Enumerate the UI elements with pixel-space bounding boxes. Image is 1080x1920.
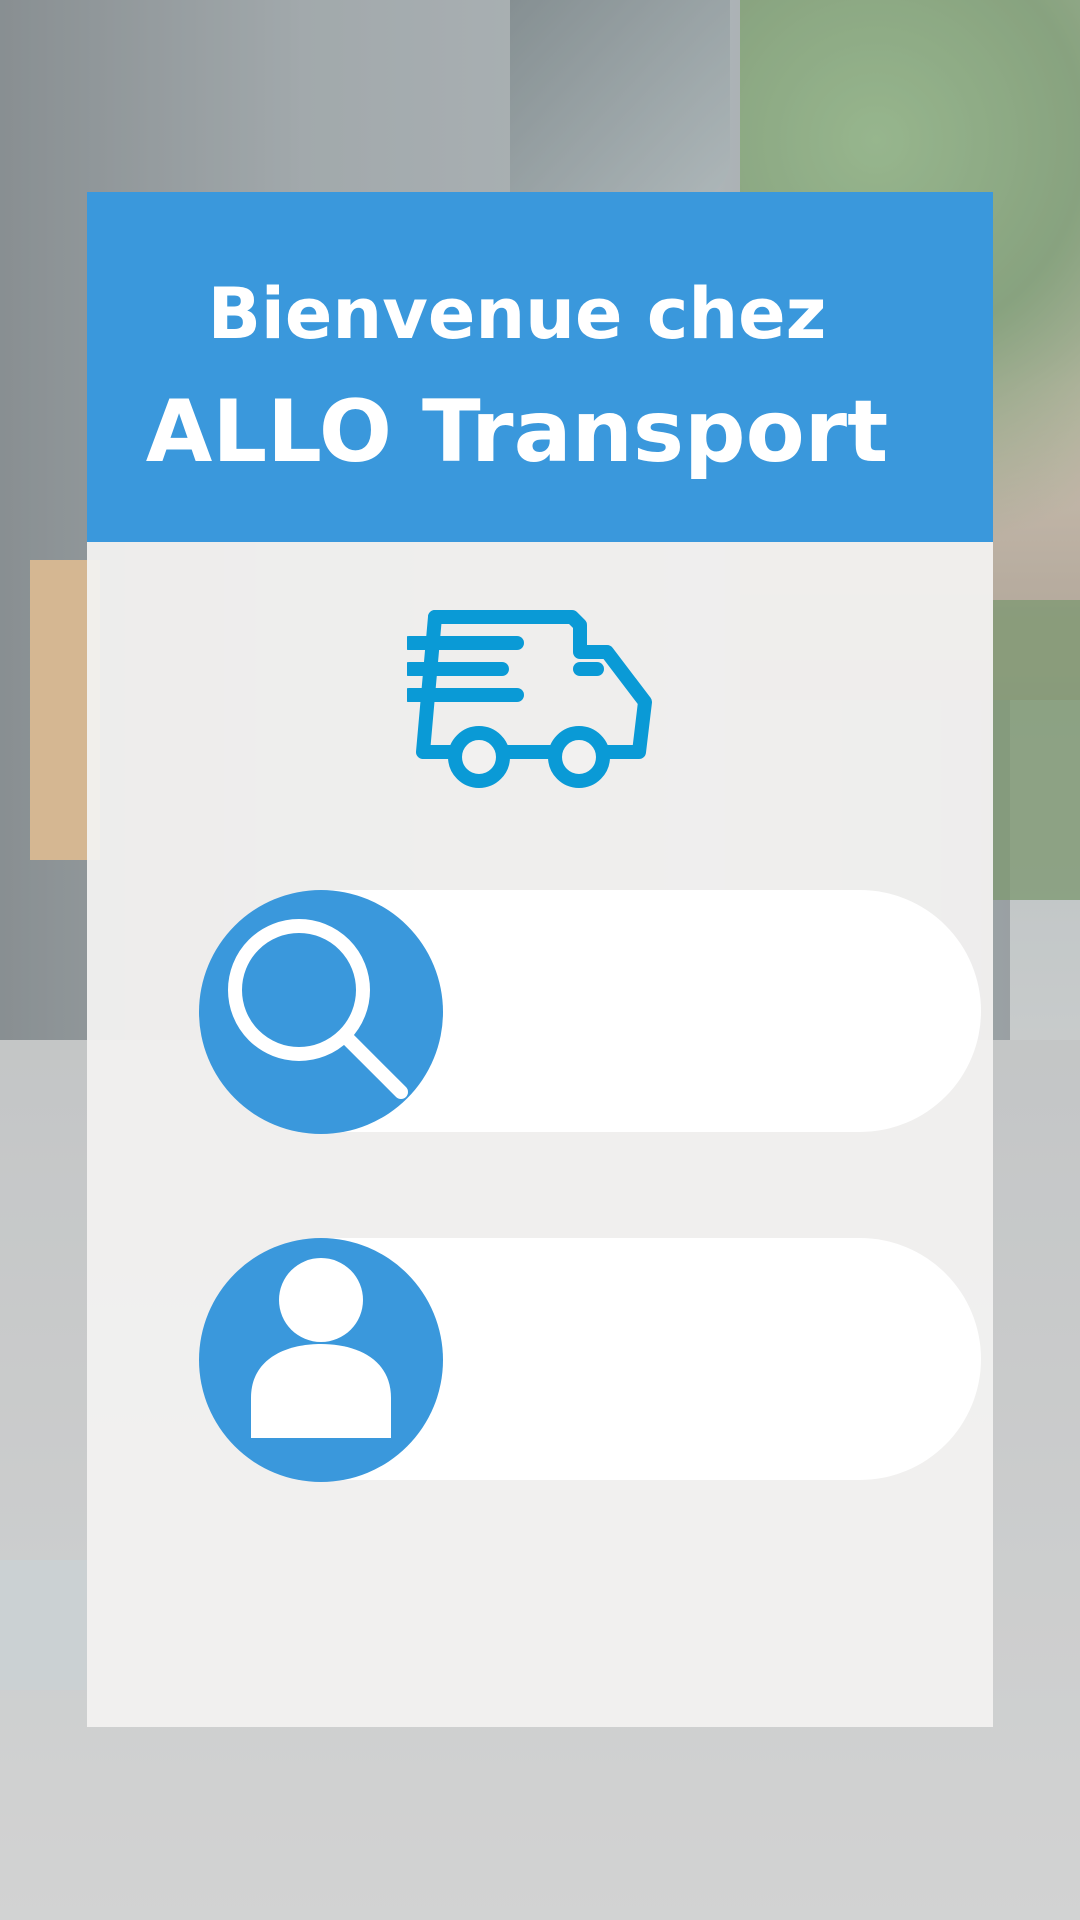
- search-icon: [228, 919, 408, 1099]
- welcome-card: Bienvenue chez ALLO Transport: [87, 192, 993, 1727]
- search-bar[interactable]: [199, 890, 981, 1134]
- user-bar[interactable]: [199, 1238, 981, 1482]
- welcome-text: Bienvenue chez: [207, 273, 827, 355]
- delivery-truck-icon: [402, 607, 667, 797]
- user-button[interactable]: [199, 1238, 443, 1482]
- user-icon: [251, 1258, 391, 1438]
- card-header: Bienvenue chez ALLO Transport: [87, 192, 993, 542]
- brand-title: ALLO Transport: [145, 382, 889, 482]
- search-button[interactable]: [199, 890, 443, 1134]
